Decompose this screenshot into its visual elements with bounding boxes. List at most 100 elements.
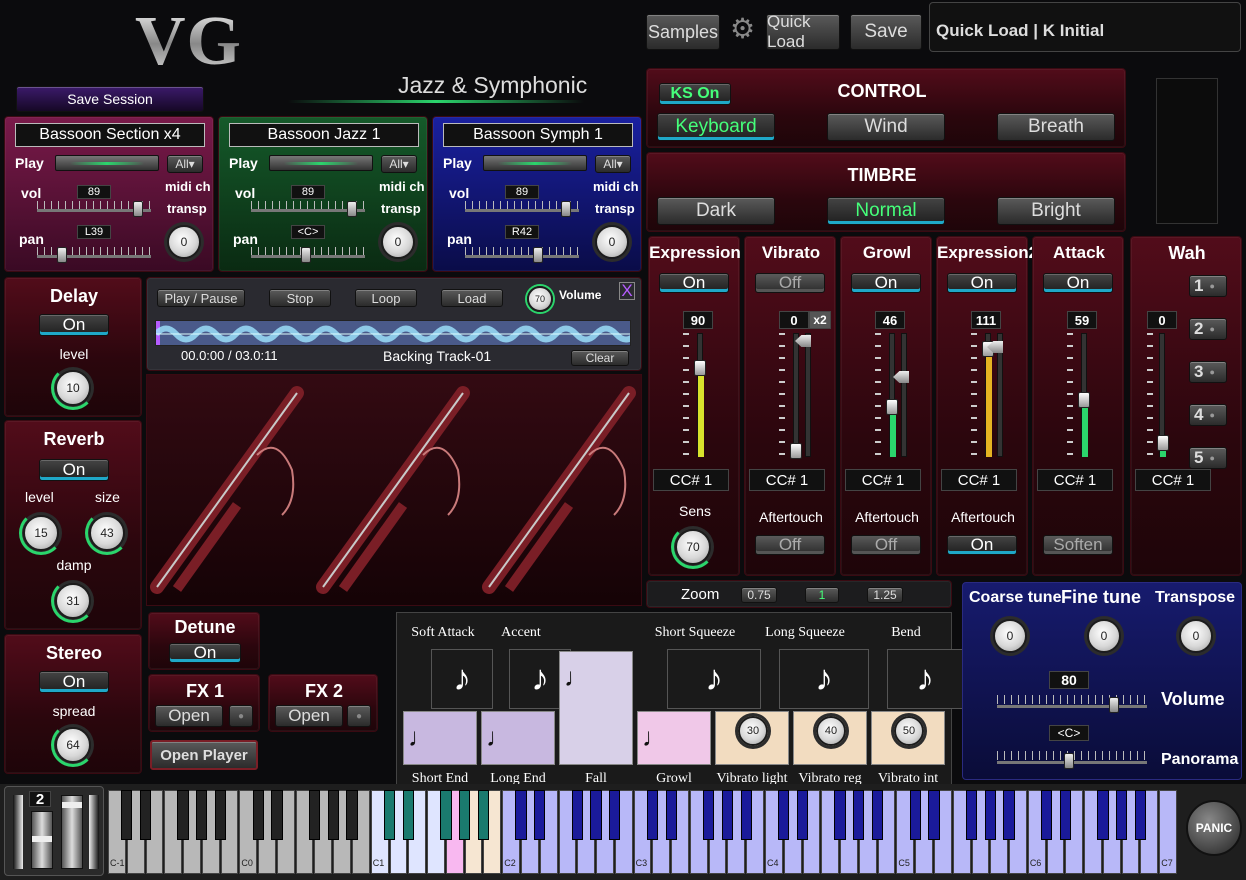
articulation-key[interactable]: ♪ — [431, 649, 493, 709]
gear-icon[interactable]: ⚙ — [730, 15, 756, 43]
save-session-button[interactable]: Save Session — [16, 86, 204, 112]
piano-black-key[interactable] — [665, 790, 677, 840]
piano-black-key[interactable] — [721, 790, 734, 840]
vibrato-x2-button[interactable]: x2 — [809, 311, 831, 329]
zoom-075-button[interactable]: 0.75 — [741, 587, 777, 603]
articulation-white-key[interactable]: 40 — [793, 711, 867, 765]
wah-preset-button[interactable]: 2 ● — [1189, 318, 1227, 340]
pan-thumb[interactable] — [533, 247, 543, 263]
strip-fader-thumb[interactable] — [694, 360, 706, 376]
piano-black-key[interactable] — [383, 790, 396, 840]
piano-black-key[interactable] — [796, 790, 809, 840]
ks-toggle[interactable]: KS On — [659, 83, 731, 105]
piano-black-key[interactable] — [139, 790, 152, 840]
zoom-1-button[interactable]: 1 — [805, 587, 839, 603]
instrument-name[interactable]: Bassoon Section x4 — [15, 123, 205, 147]
stereo-toggle[interactable]: On — [39, 671, 109, 693]
piano-keyboard[interactable]: C-1 C0 C1 C2 C3 C4 C5 C6 C7 — [108, 790, 1178, 874]
save-button[interactable]: Save — [850, 14, 922, 50]
wah-preset-button[interactable]: 1 ● — [1189, 275, 1227, 297]
wah-preset-button[interactable]: 4 ● — [1189, 404, 1227, 426]
keyboard-mode-button[interactable]: Keyboard — [657, 113, 775, 141]
strip-bottom-button[interactable]: Off — [755, 535, 825, 555]
midi-channel-select[interactable]: All ▾ — [595, 155, 631, 173]
clear-button[interactable]: Clear — [571, 350, 629, 366]
play-label[interactable]: Play — [443, 155, 472, 171]
vibrato-knob[interactable]: 40 — [816, 716, 846, 746]
reverb-damp-knob[interactable]: 31 — [51, 579, 95, 623]
instrument-name[interactable]: Bassoon Jazz 1 — [229, 123, 419, 147]
piano-black-key[interactable] — [1059, 790, 1071, 840]
piano-black-key[interactable] — [1097, 790, 1109, 840]
strip-toggle[interactable]: Off — [755, 273, 825, 293]
panic-button[interactable]: PANIC — [1186, 800, 1242, 856]
timbre-bright-button[interactable]: Bright — [997, 197, 1115, 225]
timbre-normal-button[interactable]: Normal — [827, 197, 945, 225]
play-label[interactable]: Play — [229, 155, 258, 171]
master-volume-thumb[interactable] — [1109, 697, 1119, 713]
articulation-white-key[interactable]: 50 — [871, 711, 945, 765]
vol-thumb[interactable] — [561, 201, 571, 217]
piano-black-key[interactable] — [590, 790, 602, 840]
reverb-size-knob[interactable]: 43 — [85, 511, 129, 555]
strip-toggle[interactable]: On — [1043, 273, 1113, 293]
play-label[interactable]: Play — [15, 155, 44, 171]
pan-thumb[interactable] — [301, 247, 311, 263]
wah-preset-button[interactable]: 3 ● — [1189, 361, 1227, 383]
mod-wheel[interactable] — [61, 795, 83, 869]
strip-toggle[interactable]: On — [659, 273, 729, 293]
reverb-level-knob[interactable]: 15 — [19, 511, 63, 555]
articulation-white-key[interactable]: ♩ — [559, 651, 633, 765]
fx2-power-button[interactable]: ● — [347, 705, 371, 727]
reverb-toggle[interactable]: On — [39, 459, 109, 481]
midi-channel-select[interactable]: All ▾ — [167, 155, 203, 173]
piano-black-key[interactable] — [834, 790, 846, 840]
articulation-white-key[interactable]: ♩ — [481, 711, 555, 765]
delay-toggle[interactable]: On — [39, 314, 109, 336]
fx1-open-button[interactable]: Open — [155, 705, 223, 727]
transp-knob[interactable]: 0 — [381, 225, 415, 259]
stereo-spread-knob[interactable]: 64 — [51, 723, 95, 767]
piano-black-key[interactable] — [1116, 790, 1128, 840]
piano-black-key[interactable] — [872, 790, 884, 840]
aftertouch-fader-thumb[interactable] — [893, 371, 909, 383]
piano-black-key[interactable] — [853, 790, 865, 840]
piano-black-key[interactable] — [327, 790, 339, 840]
load-button[interactable]: Load — [441, 289, 503, 307]
piano-black-key[interactable] — [308, 790, 321, 840]
strip-toggle[interactable]: On — [947, 273, 1017, 293]
piano-black-key[interactable] — [402, 790, 414, 840]
delay-level-knob[interactable]: 10 — [51, 366, 95, 410]
pan-thumb[interactable] — [57, 247, 67, 263]
wind-mode-button[interactable]: Wind — [827, 113, 945, 141]
vol-thumb[interactable] — [133, 201, 143, 217]
piano-black-key[interactable] — [459, 790, 471, 840]
waveform[interactable] — [155, 320, 631, 346]
piano-black-key[interactable] — [515, 790, 527, 840]
articulation-key[interactable]: ♪ — [779, 649, 869, 709]
wah-fader-thumb[interactable] — [1157, 435, 1169, 451]
piano-black-key[interactable] — [909, 790, 921, 840]
piano-black-key[interactable] — [1040, 790, 1053, 840]
detune-toggle[interactable]: On — [169, 643, 241, 663]
vibrato-knob[interactable]: 30 — [738, 716, 768, 746]
piano-black-key[interactable] — [1134, 790, 1147, 840]
transp-knob[interactable]: 0 — [595, 225, 629, 259]
vibrato-knob[interactable]: 50 — [894, 716, 924, 746]
transp-knob[interactable]: 0 — [167, 225, 201, 259]
articulation-white-key[interactable]: ♩ — [403, 711, 477, 765]
strip-bottom-button[interactable]: On — [947, 535, 1017, 555]
piano-black-key[interactable] — [440, 790, 452, 840]
fx1-power-button[interactable]: ● — [229, 705, 253, 727]
articulation-white-key[interactable]: 30 — [715, 711, 789, 765]
loop-button[interactable]: Loop — [355, 289, 417, 307]
articulation-white-key[interactable]: ♩ — [637, 711, 711, 765]
piano-black-key[interactable] — [609, 790, 621, 840]
player-close-button[interactable]: X — [619, 282, 635, 300]
stop-button[interactable]: Stop — [269, 289, 331, 307]
strip-toggle[interactable]: On — [851, 273, 921, 293]
articulation-key[interactable]: ♪ — [667, 649, 761, 709]
piano-black-key[interactable] — [571, 790, 583, 840]
piano-black-key[interactable] — [121, 790, 133, 840]
piano-black-key[interactable] — [215, 790, 227, 840]
